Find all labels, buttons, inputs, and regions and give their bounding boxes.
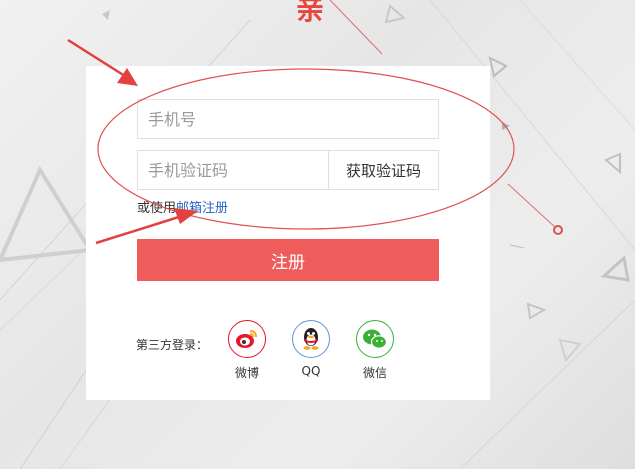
- register-card: 获取验证码 或使用邮箱注册 注册 第三方登录： 微博: [86, 66, 490, 400]
- weibo-label: 微博: [234, 366, 259, 380]
- triangle-deco-1: [384, 4, 407, 24]
- triangle-deco-5: [526, 302, 547, 320]
- register-button[interactable]: 注册: [137, 239, 439, 281]
- weibo-login[interactable]: 微博: [222, 320, 272, 381]
- red-dot-deco: [553, 225, 563, 235]
- sms-code-input[interactable]: [138, 151, 318, 189]
- wechat-circle: [356, 320, 394, 358]
- triangle-deco-2: [488, 56, 508, 78]
- wechat-label: 微信: [362, 366, 387, 380]
- qq-login[interactable]: QQ: [286, 320, 336, 378]
- alt-prefix: 或使用: [137, 201, 177, 216]
- alt-register-line: 或使用邮箱注册: [137, 197, 228, 216]
- get-code-button[interactable]: 获取验证码: [328, 151, 438, 189]
- qq-label: QQ: [301, 364, 321, 378]
- weibo-icon: [236, 330, 257, 348]
- wechat-icon: [363, 329, 388, 349]
- code-field-wrapper: 获取验证码: [137, 150, 439, 190]
- email-register-link[interactable]: 邮箱注册: [176, 201, 228, 216]
- third-party-label: 第三方登录：: [136, 338, 209, 352]
- qq-circle: [292, 320, 330, 358]
- triangle-deco-3: [604, 152, 621, 175]
- phone-input[interactable]: [138, 100, 318, 138]
- weibo-circle: [228, 320, 266, 358]
- wechat-login[interactable]: 微信: [350, 320, 400, 381]
- triangle-deco-4: [600, 255, 630, 282]
- phone-field-wrapper: [137, 99, 439, 139]
- qq-penguin-icon: [303, 328, 319, 350]
- title-fragment: 亲: [296, 0, 325, 26]
